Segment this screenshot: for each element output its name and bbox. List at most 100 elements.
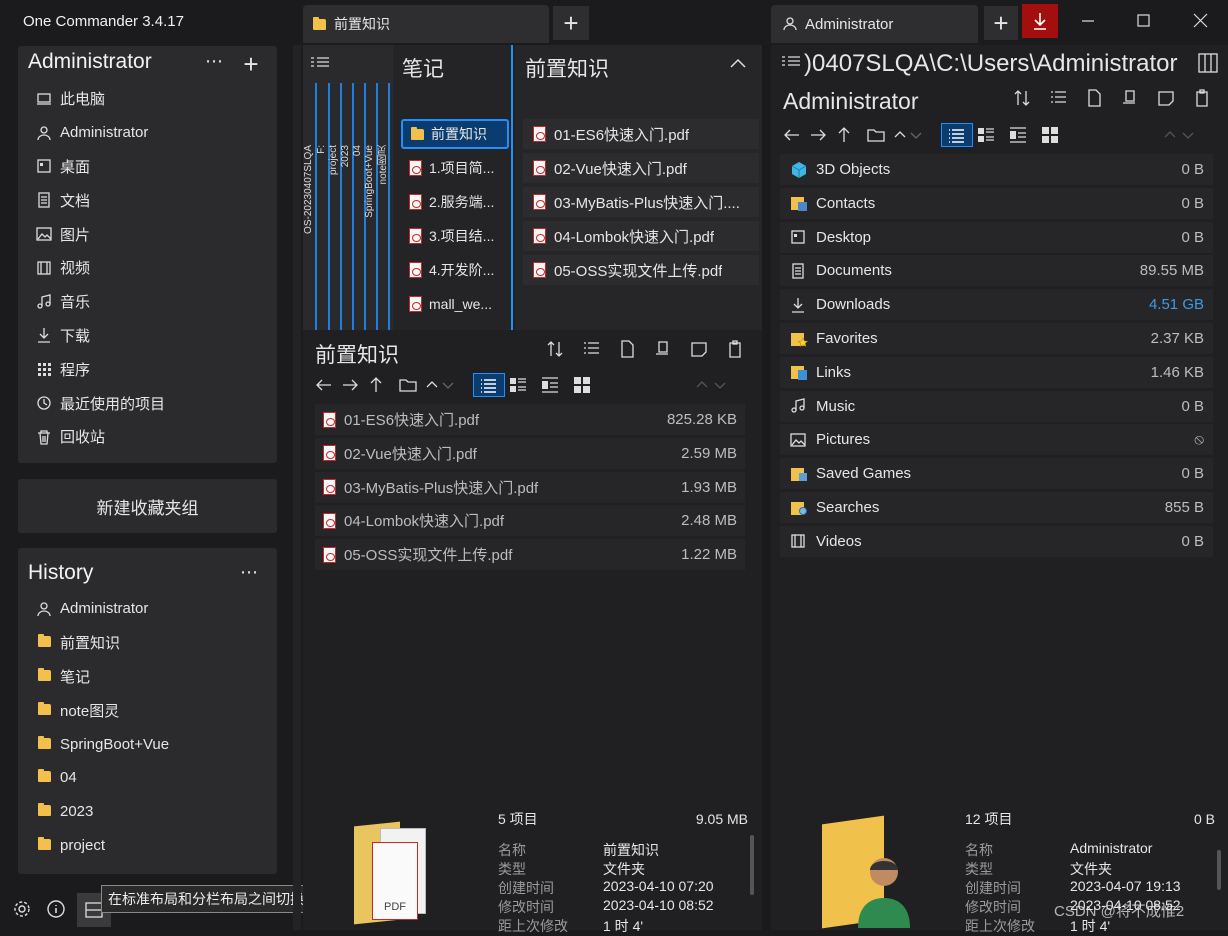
- file-row[interactable]: Desktop 0 B: [780, 221, 1213, 253]
- list-item[interactable]: 最近使用的项目: [18, 386, 277, 420]
- list-item[interactable]: 程序: [18, 352, 277, 386]
- mid-info-scrollbar[interactable]: [750, 835, 754, 895]
- list-item[interactable]: 此电脑: [18, 82, 277, 116]
- column-item[interactable]: 3.项目结...: [401, 221, 509, 251]
- tiles-view-button[interactable]: [975, 123, 997, 147]
- list-view-button[interactable]: [539, 373, 561, 397]
- maximize-button[interactable]: [1130, 8, 1156, 34]
- right-path[interactable]: )0407SLQA\C:\Users\Administrator: [804, 50, 1189, 78]
- chevron-down-button[interactable]: [905, 123, 927, 147]
- new-file-button[interactable]: [1084, 88, 1110, 114]
- grid-view-button[interactable]: [571, 373, 593, 397]
- note-button[interactable]: [1156, 88, 1182, 114]
- list-item[interactable]: SpringBoot+Vue: [18, 727, 277, 761]
- list-item[interactable]: 前置知识: [18, 626, 277, 660]
- copy-path-button[interactable]: [653, 339, 679, 365]
- list-item[interactable]: 2023: [18, 795, 277, 829]
- view-list-button[interactable]: [1048, 88, 1074, 114]
- list-item[interactable]: 笔记: [18, 660, 277, 694]
- file-row[interactable]: 02-Vue快速入门.pdf 2.59 MB: [315, 437, 745, 469]
- list-item[interactable]: 下载: [18, 319, 277, 353]
- column-item[interactable]: 02-Vue快速入门.pdf: [523, 153, 759, 183]
- sort-down-button[interactable]: [709, 373, 731, 397]
- add-favorite-button[interactable]: +: [238, 49, 264, 79]
- tiles-view-button[interactable]: [507, 373, 529, 397]
- close-button[interactable]: [1187, 8, 1213, 34]
- file-row[interactable]: Favorites 2.37 KB: [780, 323, 1213, 354]
- file-row[interactable]: 01-ES6快速入门.pdf 825.28 KB: [315, 404, 745, 435]
- column-item[interactable]: 04-Lombok快速入门.pdf: [523, 221, 759, 251]
- file-row[interactable]: Saved Games 0 B: [780, 458, 1213, 490]
- sort-down-button[interactable]: [1177, 123, 1199, 147]
- file-row[interactable]: Searches 855 B: [780, 492, 1213, 523]
- list-item[interactable]: 文档: [18, 183, 277, 217]
- file-row[interactable]: Videos 0 B: [780, 525, 1213, 557]
- path-segment[interactable]: 2023: [340, 145, 351, 167]
- minimize-button[interactable]: [1075, 8, 1101, 34]
- back-button[interactable]: [781, 123, 803, 147]
- info-button[interactable]: [42, 895, 70, 923]
- file-row[interactable]: 03-MyBatis-Plus快速入门.pdf 1.93 MB: [315, 471, 745, 503]
- list-item[interactable]: Administrator: [18, 592, 277, 626]
- left-splitter[interactable]: [293, 45, 301, 930]
- file-row[interactable]: 04-Lombok快速入门.pdf 2.48 MB: [315, 505, 745, 537]
- right-info-scrollbar[interactable]: [1217, 850, 1221, 890]
- column-item[interactable]: mall商城...: [401, 323, 509, 330]
- list-item[interactable]: 视频: [18, 251, 277, 285]
- file-row[interactable]: Downloads 4.51 GB: [780, 289, 1213, 321]
- list-item[interactable]: 音乐: [18, 285, 277, 319]
- selected-folder-item[interactable]: 前置知识: [401, 119, 509, 149]
- new-group-button[interactable]: 新建收藏夹组: [18, 479, 277, 533]
- history-more-button[interactable]: ⋯: [236, 562, 262, 586]
- details-view-button[interactable]: [941, 123, 973, 147]
- new-tab-right-button[interactable]: +: [984, 6, 1018, 40]
- view-list-button[interactable]: [581, 339, 607, 365]
- mid-splitter[interactable]: [762, 45, 770, 930]
- tab-right[interactable]: Administrator: [771, 5, 978, 43]
- paste-button[interactable]: [1192, 88, 1218, 114]
- up-button[interactable]: [833, 123, 855, 147]
- column-item[interactable]: 4.开发阶...: [401, 255, 509, 285]
- column-item[interactable]: mall_we...: [401, 289, 509, 319]
- up-button[interactable]: [365, 373, 387, 397]
- path-segment[interactable]: note图灵: [376, 145, 391, 184]
- new-file-button[interactable]: [617, 339, 643, 365]
- chevron-down-button[interactable]: [437, 373, 459, 397]
- details-view-button[interactable]: [473, 373, 505, 397]
- sort-button[interactable]: [1012, 88, 1038, 114]
- new-tab-button[interactable]: +: [553, 6, 589, 40]
- file-row[interactable]: Pictures ⦸: [780, 424, 1213, 456]
- file-row[interactable]: Contacts 0 B: [780, 187, 1213, 219]
- sort-button[interactable]: [545, 339, 571, 365]
- list-item[interactable]: 回收站: [18, 420, 277, 454]
- column-item[interactable]: 01-ES6快速入门.pdf: [523, 119, 759, 149]
- copy-path-button[interactable]: [1120, 88, 1146, 114]
- file-row[interactable]: 3D Objects 0 B: [780, 154, 1213, 185]
- open-folder-button[interactable]: [865, 123, 887, 147]
- forward-button[interactable]: [339, 373, 361, 397]
- list-item[interactable]: 图片: [18, 217, 277, 251]
- column-item[interactable]: 1.项目简...: [401, 153, 509, 183]
- list-item[interactable]: note图灵: [18, 693, 277, 727]
- tab-middle[interactable]: 前置知识: [303, 5, 549, 43]
- column-item[interactable]: 2.服务端...: [401, 187, 509, 217]
- file-row[interactable]: Links 1.46 KB: [780, 356, 1213, 388]
- collapse-columns-button[interactable]: [727, 55, 753, 75]
- list-item[interactable]: 04: [18, 761, 277, 795]
- update-download-button[interactable]: [1022, 4, 1058, 38]
- columns-menu-right-button[interactable]: [780, 52, 804, 74]
- path-segment[interactable]: 04: [352, 145, 363, 156]
- grid-view-button[interactable]: [1039, 123, 1061, 147]
- file-row[interactable]: 05-OSS实现文件上传.pdf 1.22 MB: [315, 539, 745, 571]
- paste-button[interactable]: [725, 339, 751, 365]
- path-segment[interactable]: OS-20230407SLQA: [303, 145, 314, 234]
- open-folder-button[interactable]: [397, 373, 419, 397]
- forward-button[interactable]: [807, 123, 829, 147]
- note-button[interactable]: [689, 339, 715, 365]
- path-segment[interactable]: project: [328, 145, 339, 175]
- columns-menu-button[interactable]: [309, 53, 335, 75]
- back-button[interactable]: [313, 373, 335, 397]
- path-segment[interactable]: F:: [316, 145, 327, 154]
- path-segment[interactable]: SpringBoot+Vue: [364, 145, 375, 218]
- settings-button[interactable]: [8, 895, 36, 923]
